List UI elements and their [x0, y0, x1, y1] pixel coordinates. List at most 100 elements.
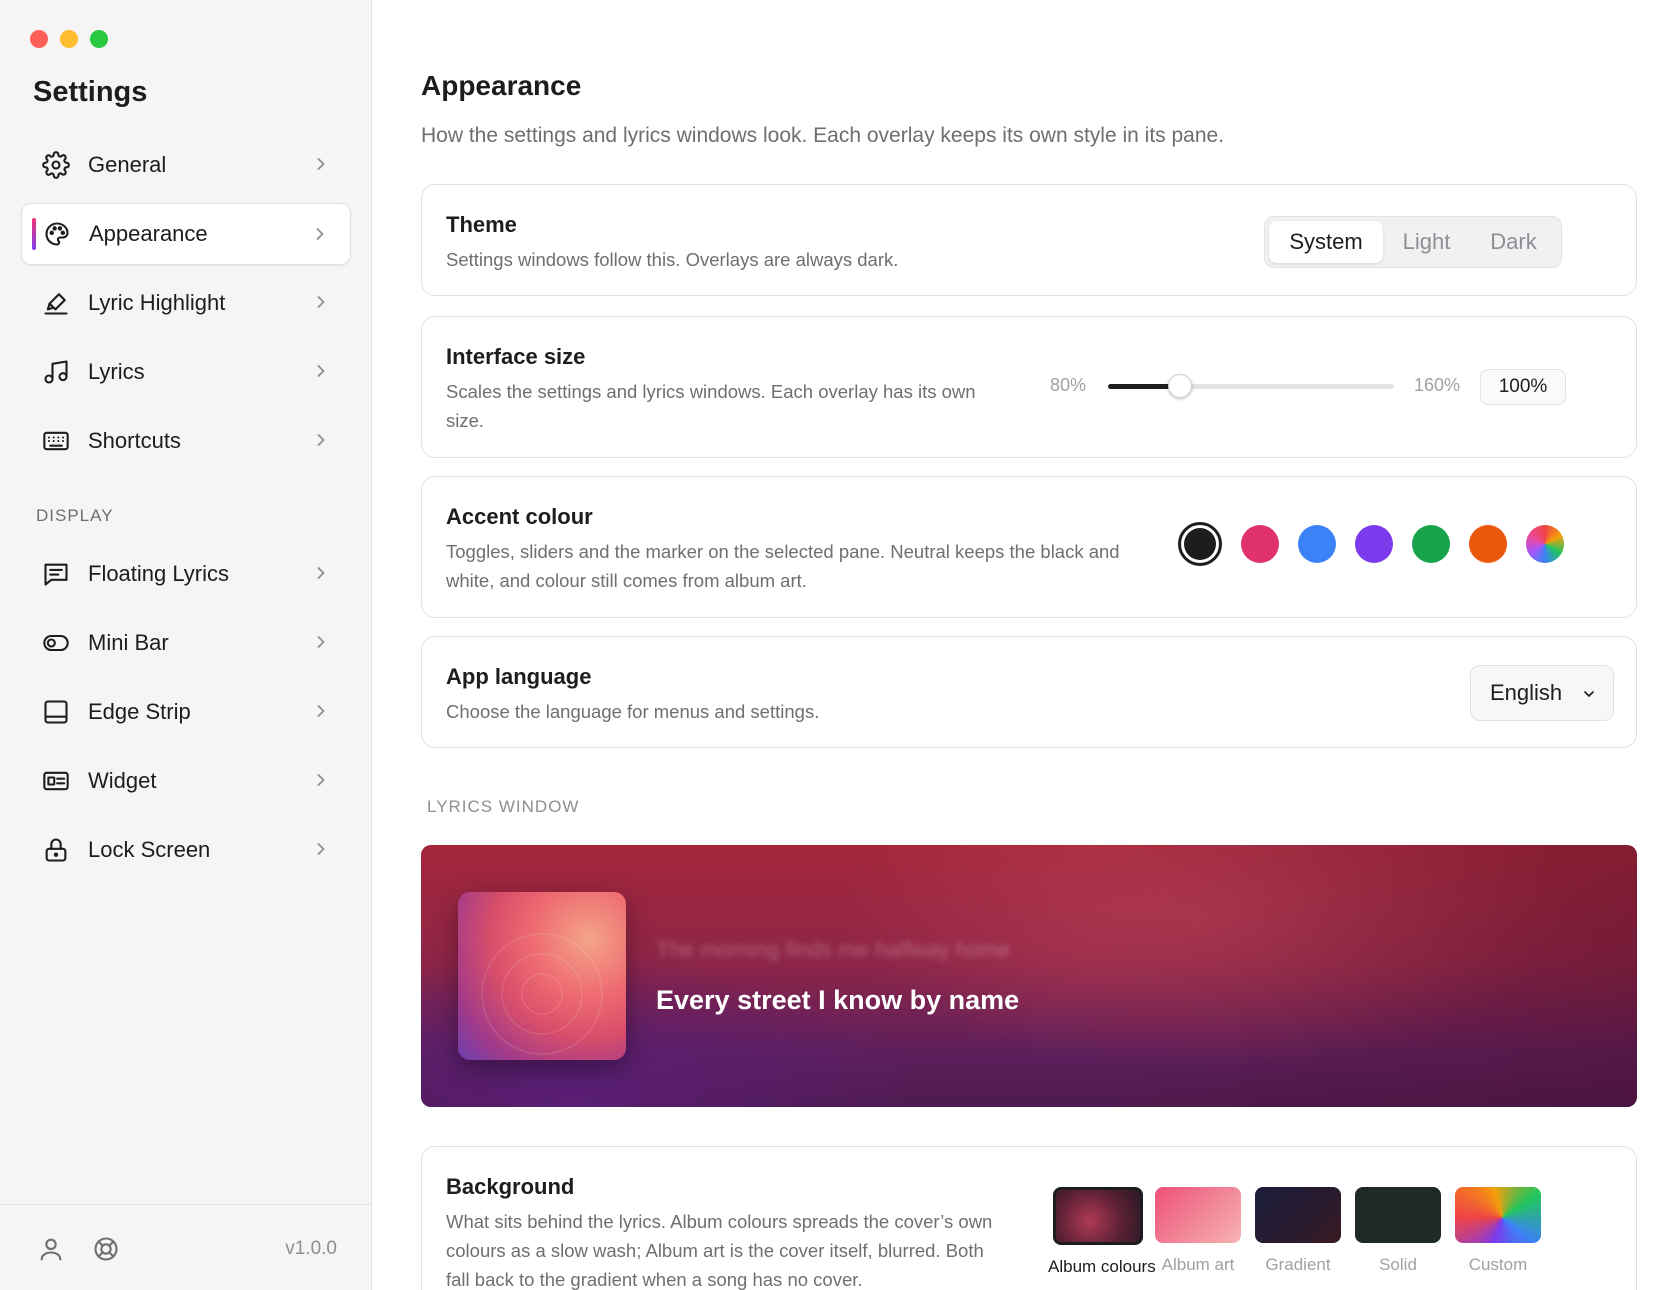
interface-size-slider[interactable]: [1108, 374, 1394, 398]
sidebar-item-general[interactable]: General: [21, 134, 351, 196]
interface-size-value[interactable]: 100%: [1480, 369, 1566, 405]
description-line: size.: [446, 410, 485, 431]
sidebar-item-label: Mini Bar: [88, 630, 169, 655]
sidebar-item-edge-strip[interactable]: Edge Strip: [21, 681, 351, 743]
app-version: v1.0.0: [285, 1238, 337, 1259]
sidebar-item-shortcuts[interactable]: Shortcuts: [21, 410, 351, 472]
accent-colour-title: Accent colour: [446, 504, 593, 529]
accent-swatch-orange[interactable]: [1469, 525, 1507, 563]
option-label: Custom: [1468, 1255, 1528, 1274]
accent-swatch-blue[interactable]: [1298, 525, 1336, 563]
accent-colour-card: Accent colour Toggles, sliders and the m…: [421, 476, 1637, 618]
gear-icon: [41, 150, 71, 180]
widget-card-icon: [41, 766, 71, 796]
language-select[interactable]: English: [1470, 665, 1614, 721]
description-line: colours as a slow wash; Album art is the…: [446, 1240, 984, 1261]
lyric-current-line: Every street I know by name: [656, 985, 1020, 1015]
background-option-album-colours[interactable]: Album colours: [1048, 1187, 1156, 1277]
theme-description: Settings windows follow this. Overlays a…: [446, 249, 899, 270]
sidebar-section-display: DISPLAY: [36, 506, 114, 525]
toggle-pill-icon: [41, 628, 71, 658]
app-language-card: App language Choose the language for men…: [421, 636, 1637, 748]
zoom-window-button[interactable]: [90, 30, 108, 48]
slider-max-label: 160%: [1414, 375, 1461, 395]
background-description: What sits behind the lyrics. Album colou…: [446, 1207, 992, 1290]
sidebar-item-label: Lock Screen: [88, 837, 211, 862]
palette-icon: [42, 219, 72, 249]
background-option-custom[interactable]: Custom: [1448, 1187, 1548, 1277]
lyrics-window-preview: The morning finds me halfway home Every …: [421, 845, 1637, 1107]
swatch-fill: [1184, 528, 1216, 560]
theme-card: Theme Settings windows follow this. Over…: [421, 184, 1637, 296]
help-lifebuoy-icon[interactable]: [92, 1235, 120, 1263]
option-label: Solid: [1379, 1255, 1417, 1274]
description-line: white, and colour still comes from album…: [446, 570, 807, 591]
chevron-right-icon: [317, 705, 325, 717]
accent-swatch-pink[interactable]: [1241, 525, 1279, 563]
language-value: English: [1490, 680, 1563, 705]
theme-option-system[interactable]: System: [1269, 221, 1383, 263]
theme-option-dark[interactable]: Dark: [1470, 221, 1557, 263]
description-line: What sits behind the lyrics. Album colou…: [446, 1211, 993, 1232]
account-icon[interactable]: [37, 1235, 65, 1263]
edge-strip-icon: [41, 697, 71, 727]
accent-swatch-neutral[interactable]: [1178, 522, 1222, 566]
theme-option-light[interactable]: Light: [1383, 221, 1470, 263]
chevron-right-icon: [317, 434, 325, 446]
sidebar-item-mini-bar[interactable]: Mini Bar: [21, 612, 351, 674]
interface-size-card: Interface size Scales the settings and l…: [421, 316, 1637, 458]
chevron-right-icon: [317, 636, 325, 648]
lock-icon: [41, 835, 71, 865]
chevron-down-icon: [1584, 691, 1594, 697]
background-option-gradient[interactable]: Gradient: [1248, 1187, 1348, 1277]
sidebar-item-lyrics[interactable]: Lyrics: [21, 341, 351, 403]
option-thumbnail: [1355, 1187, 1441, 1243]
theme-title: Theme: [446, 212, 517, 237]
background-options: Album colours Album art Gradient Solid C…: [1048, 1187, 1548, 1277]
sidebar-item-label: Widget: [88, 768, 157, 793]
sidebar-item-label: Lyrics: [88, 359, 145, 384]
chevron-right-icon: [317, 158, 325, 170]
close-window-button[interactable]: [30, 30, 48, 48]
lyrics-panel-icon: [41, 559, 71, 589]
chevron-right-icon: [316, 228, 324, 240]
app-language-title: App language: [446, 664, 592, 689]
sidebar-footer: v1.0.0: [0, 1204, 371, 1290]
sidebar-item-floating-lyrics[interactable]: Floating Lyrics: [21, 543, 351, 605]
background-option-album-art[interactable]: Album art: [1148, 1187, 1248, 1277]
accent-swatch-green[interactable]: [1412, 525, 1450, 563]
sidebar-item-lock-screen[interactable]: Lock Screen: [21, 819, 351, 881]
sidebar-item-label: Appearance: [89, 221, 208, 246]
sidebar-item-lyric-highlight[interactable]: Lyric Highlight: [21, 272, 351, 334]
option-label: Album art: [1161, 1255, 1235, 1274]
option-thumbnail: [1455, 1187, 1541, 1243]
sidebar-item-appearance[interactable]: Appearance: [21, 203, 351, 265]
chevron-right-icon: [317, 774, 325, 786]
music-note-icon: [41, 357, 71, 387]
accent-swatch-purple[interactable]: [1355, 525, 1393, 563]
slider-thumb[interactable]: [1167, 374, 1192, 398]
accent-swatch-multicolor[interactable]: [1526, 525, 1564, 563]
sidebar-item-widget[interactable]: Widget: [21, 750, 351, 812]
sidebar-title: Settings: [33, 76, 148, 108]
chevron-right-icon: [317, 365, 325, 377]
background-title: Background: [446, 1174, 575, 1199]
chevron-right-icon: [317, 567, 325, 579]
background-card: Background What sits behind the lyrics. …: [421, 1146, 1637, 1290]
interface-size-title: Interface size: [446, 344, 586, 369]
album-art-rings: [481, 933, 603, 1055]
lyric-previous-line: The morning finds me halfway home: [656, 937, 1011, 962]
background-option-solid[interactable]: Solid: [1348, 1187, 1448, 1277]
keyboard-icon: [41, 426, 71, 456]
slider-min-label: 80%: [1050, 375, 1087, 395]
sidebar-item-label: Lyric Highlight: [88, 290, 226, 315]
sidebar-item-label: Shortcuts: [88, 428, 181, 453]
sidebar-item-label: Edge Strip: [88, 699, 191, 724]
highlighter-icon: [41, 288, 71, 318]
app-language-description: Choose the language for menus and settin…: [446, 701, 820, 722]
option-thumbnail: [1255, 1187, 1341, 1243]
minimize-window-button[interactable]: [60, 30, 78, 48]
accent-colour-description: Toggles, sliders and the marker on the s…: [446, 537, 1120, 595]
chevron-right-icon: [317, 843, 325, 855]
description-line: fall back to the gradient when a song ha…: [446, 1269, 863, 1290]
